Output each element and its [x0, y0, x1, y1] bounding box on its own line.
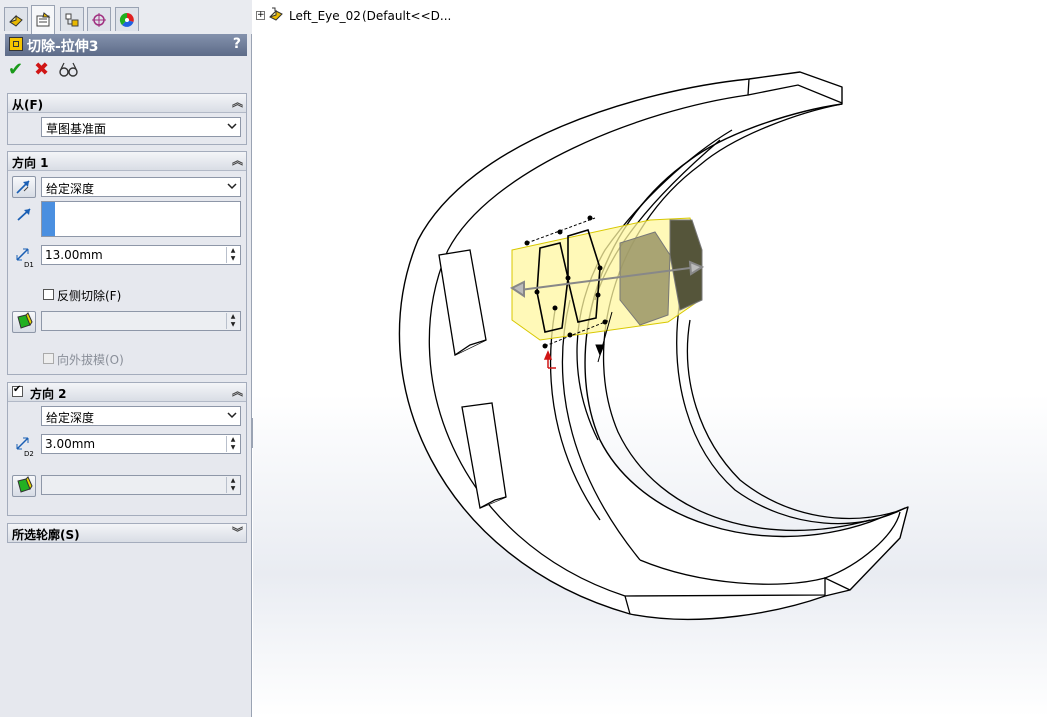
- reverse-direction-button[interactable]: [12, 176, 36, 198]
- feature-tree-icon: [9, 14, 23, 27]
- flip-side-checkbox[interactable]: [43, 289, 54, 300]
- from-group-header[interactable]: 从(F) ︽: [8, 94, 246, 113]
- crosshair-icon: [92, 12, 106, 27]
- reverse-direction-icon: [16, 180, 30, 194]
- cancel-button[interactable]: ✖: [34, 60, 49, 80]
- from-group: 从(F) ︽ 草图基准面: [7, 93, 247, 145]
- color-wheel-icon: [119, 12, 134, 27]
- selected-contours-title: 所选轮廓(S): [12, 528, 80, 542]
- depth-spinner-2[interactable]: ▲ ▼: [226, 436, 239, 452]
- model-graphics: [398, 71, 909, 621]
- depth-input-1[interactable]: 13.00mm ▲ ▼: [41, 245, 241, 265]
- collapse-chevron-icon[interactable]: ︽: [232, 94, 243, 112]
- chevron-down-icon: [227, 123, 237, 130]
- direction1-group-header[interactable]: 方向 1 ︽: [8, 152, 246, 171]
- manager-tabs: [0, 0, 252, 34]
- draft-spinner[interactable]: ▲ ▼: [226, 313, 239, 329]
- tab-dimxpert-manager[interactable]: [87, 7, 111, 31]
- flip-side-label: 反侧切除(F): [57, 289, 122, 303]
- draft-toggle-button-2[interactable]: [12, 475, 36, 497]
- depth-dimension-icon: D1: [16, 248, 34, 268]
- end-condition-select-2[interactable]: 给定深度: [41, 406, 241, 426]
- selected-contours-header[interactable]: 所选轮廓(S) ︾: [8, 524, 246, 542]
- svg-text:D2: D2: [24, 450, 34, 457]
- draft-toggle-button[interactable]: [12, 311, 36, 333]
- draft-outward-label: 向外拔模(O): [57, 353, 124, 367]
- direction2-group: 方向 2 ︽ 给定深度 D2 3.00mm ▲▼ ▲▼: [7, 382, 247, 516]
- from-group-title: 从(F): [12, 98, 44, 112]
- chevron-down-icon: [227, 183, 237, 190]
- draft-icon: [17, 312, 33, 329]
- direction1-title: 方向 1: [12, 156, 49, 170]
- feature-title: 切除-拉伸3: [27, 39, 99, 55]
- detailed-preview-button[interactable]: [58, 60, 80, 80]
- start-condition-select[interactable]: 草图基准面: [41, 117, 241, 137]
- collapse-chevron-icon[interactable]: ︽: [232, 383, 243, 401]
- chevron-down-icon: [227, 412, 237, 419]
- property-manager-panel: 切除-拉伸3 ? ✔ ✖ 从(F) ︽ 草图基准面 方向 1 ︽ 给定深度 D1…: [0, 0, 252, 717]
- direction1-group: 方向 1 ︽ 给定深度 D1 13.00mm ▲ ▼ 反侧切除(F) ▲ ▼ 向…: [7, 151, 247, 375]
- draft-spinner-2[interactable]: ▲ ▼: [226, 477, 239, 493]
- tab-configuration-manager[interactable]: [60, 7, 84, 31]
- draft-outward-checkbox[interactable]: [43, 353, 54, 364]
- direction-selection-box[interactable]: [41, 201, 241, 237]
- direction2-group-header[interactable]: 方向 2 ︽: [8, 383, 246, 402]
- tab-feature-manager[interactable]: [4, 7, 28, 31]
- selection-highlight: [42, 202, 55, 236]
- feature-title-bar: 切除-拉伸3 ?: [5, 34, 247, 56]
- tab-display-manager[interactable]: [115, 7, 139, 31]
- collapse-chevron-icon[interactable]: ︽: [232, 152, 243, 170]
- svg-text:D1: D1: [24, 261, 34, 268]
- property-list-icon: [36, 12, 51, 27]
- depth-spinner-1[interactable]: ▲ ▼: [226, 247, 239, 263]
- extruded-cut-icon: [9, 37, 23, 51]
- end-condition-select-1[interactable]: 给定深度: [41, 177, 241, 197]
- draft-icon: [17, 476, 33, 493]
- direction2-title: 方向 2: [30, 387, 67, 401]
- selected-contours-group: 所选轮廓(S) ︾: [7, 523, 247, 543]
- depth-input-2[interactable]: 3.00mm ▲ ▼: [41, 434, 241, 454]
- draft-angle-input-2[interactable]: ▲ ▼: [41, 475, 241, 495]
- direction2-enable-checkbox[interactable]: [12, 384, 23, 397]
- draft-angle-input[interactable]: ▲ ▼: [41, 311, 241, 331]
- expand-chevron-icon[interactable]: ︾: [232, 524, 243, 542]
- tab-property-manager[interactable]: [31, 5, 55, 34]
- direction-vector-icon: [17, 208, 31, 221]
- ok-button[interactable]: ✔: [8, 60, 23, 80]
- depth-dimension-icon: D2: [16, 437, 34, 457]
- configuration-icon: [65, 13, 79, 26]
- help-button[interactable]: ?: [233, 36, 241, 52]
